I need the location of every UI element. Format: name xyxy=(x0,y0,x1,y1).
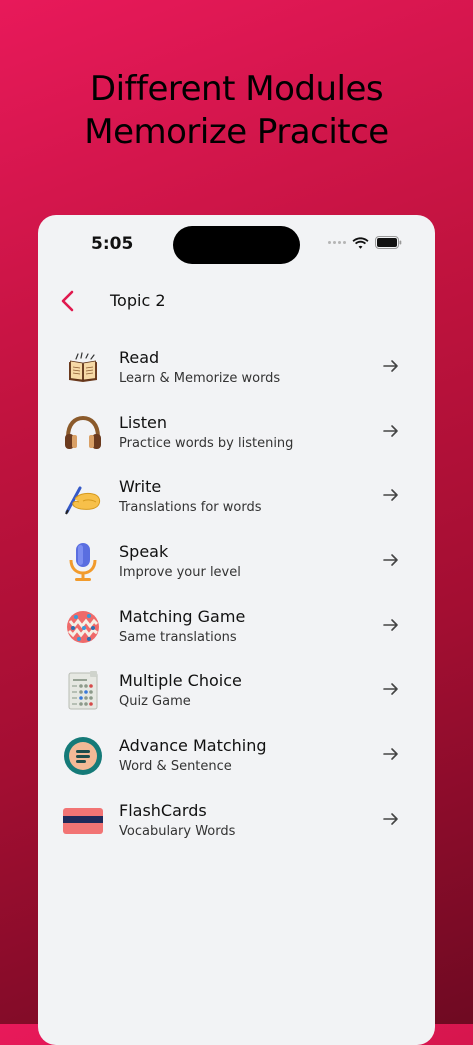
module-item-flashcards[interactable]: FlashCards Vocabulary Words xyxy=(38,788,435,853)
module-subtitle: Learn & Memorize words xyxy=(119,371,281,386)
module-subtitle: Practice words by listening xyxy=(119,435,294,451)
hero-line-1: Different Modules xyxy=(89,69,384,109)
status-time: 5:05 xyxy=(91,234,134,254)
page-title: Topic 2 xyxy=(110,291,166,310)
module-title: FlashCards xyxy=(119,800,207,820)
dynamic-island xyxy=(173,226,300,264)
hero-line-2: Memorize Pracitce xyxy=(84,112,389,152)
list-circle-icon xyxy=(62,735,104,777)
phone-screen: 5:05 Topic 2 Read Learn & Memorize words… xyxy=(38,215,435,1045)
status-icons xyxy=(328,236,402,249)
quiz-sheet-icon xyxy=(62,670,104,712)
signal-icon xyxy=(328,241,346,244)
back-button[interactable] xyxy=(58,289,78,313)
module-subtitle: Vocabulary Words xyxy=(119,823,236,839)
module-subtitle: Word & Sentence xyxy=(119,759,232,775)
module-title: Speak xyxy=(119,542,169,562)
module-item-listen[interactable]: Listen Practice words by listening xyxy=(38,400,435,465)
flashcard-icon xyxy=(62,800,104,842)
arrow-right-icon xyxy=(383,618,398,631)
module-title: Listen xyxy=(119,412,167,432)
module-item-write[interactable]: Write Translations for words xyxy=(38,464,435,529)
module-title: Advance Matching xyxy=(119,736,267,756)
module-item-speak[interactable]: Speak Improve your level xyxy=(38,529,435,594)
module-subtitle: Same translations xyxy=(119,629,237,645)
module-title: Matching Game xyxy=(119,606,246,626)
battery-icon xyxy=(375,236,402,249)
headphones-icon xyxy=(62,412,104,454)
module-item-advance-matching[interactable]: Advance Matching Word & Sentence xyxy=(38,723,435,788)
module-subtitle: Quiz Game xyxy=(119,694,191,710)
microphone-icon xyxy=(62,541,104,583)
arrow-right-icon xyxy=(383,489,398,502)
wifi-icon xyxy=(352,236,369,249)
module-list: Read Learn & Memorize words Listen Pract… xyxy=(38,335,435,853)
arrow-right-icon xyxy=(383,748,398,760)
module-title: Multiple Choice xyxy=(119,671,242,691)
module-title: Read xyxy=(119,348,160,367)
module-item-multiple-choice[interactable]: Multiple Choice Quiz Game xyxy=(38,658,435,723)
open-book-icon xyxy=(62,347,104,389)
writing-hand-icon xyxy=(62,476,104,518)
module-title: Write xyxy=(119,477,162,497)
chevron-left-icon xyxy=(61,290,74,312)
module-item-matching-game[interactable]: Matching Game Same translations xyxy=(38,594,435,659)
matching-ball-icon xyxy=(62,606,104,648)
arrow-right-icon xyxy=(383,813,398,825)
arrow-right-icon xyxy=(383,360,398,372)
arrow-right-icon xyxy=(383,554,398,566)
module-item-read[interactable]: Read Learn & Memorize words xyxy=(38,335,435,400)
module-subtitle: Improve your level xyxy=(119,565,241,581)
arrow-right-icon xyxy=(383,683,398,696)
arrow-right-icon xyxy=(383,424,398,437)
hero-heading: Different Modules Memorize Pracitce xyxy=(0,68,473,154)
module-subtitle: Translations for words xyxy=(119,500,262,516)
